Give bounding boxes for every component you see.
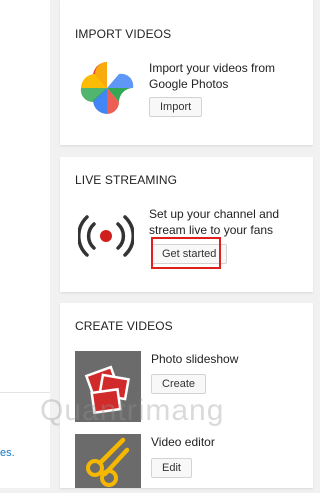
live-broadcast-icon bbox=[78, 215, 134, 257]
highlight-box bbox=[151, 237, 221, 269]
google-photos-icon bbox=[80, 62, 134, 114]
photo-slideshow-label: Photo slideshow bbox=[151, 352, 239, 366]
import-videos-description: Import your videos from Google Photos bbox=[149, 61, 276, 91]
live-streaming-description: Set up your channel and stream live to y… bbox=[149, 207, 280, 237]
photo-slideshow-icon bbox=[84, 365, 130, 415]
edit-button[interactable]: Edit bbox=[151, 458, 192, 478]
create-videos-title: CREATE VIDEOS bbox=[75, 319, 173, 333]
left-panel: es. bbox=[0, 0, 50, 488]
create-videos-card: CREATE VIDEOS Photo slideshow Create Vid… bbox=[60, 303, 313, 488]
create-button[interactable]: Create bbox=[151, 374, 207, 394]
live-streaming-card: LIVE STREAMING Set up your channel and s… bbox=[60, 157, 313, 292]
video-editor-thumbnail bbox=[75, 434, 141, 488]
import-button[interactable]: Import bbox=[149, 97, 203, 117]
import-videos-card: IMPORT VIDEOS Import your videos from Go… bbox=[60, 0, 313, 145]
import-videos-title: IMPORT VIDEOS bbox=[75, 27, 172, 41]
video-editor-label: Video editor bbox=[151, 435, 215, 449]
video-editor-icon bbox=[86, 437, 130, 487]
live-streaming-title: LIVE STREAMING bbox=[75, 173, 178, 187]
photo-slideshow-thumbnail bbox=[75, 351, 141, 422]
left-panel-divider bbox=[0, 392, 50, 393]
left-panel-link[interactable]: es. bbox=[0, 447, 15, 459]
